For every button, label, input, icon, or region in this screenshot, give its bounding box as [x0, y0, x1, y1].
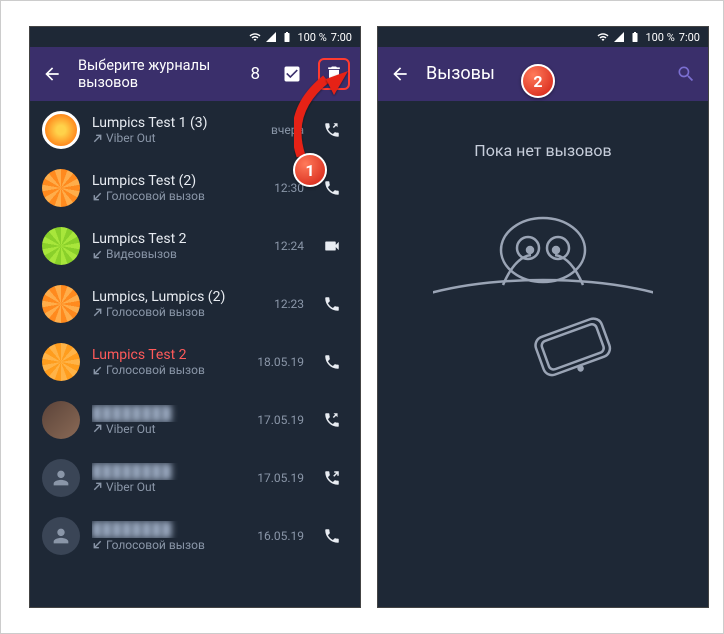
battery-icon [629, 31, 641, 43]
contact-name: Lumpics Test 2 [92, 347, 240, 363]
annotation-badge-1: 1 [293, 153, 327, 187]
call-meta: Lumpics, Lumpics (2) Голосовой вызов [92, 289, 240, 319]
call-meta: Lumpics Test 2 Голосовой вызов [92, 347, 240, 377]
battery-text: 100 % [645, 31, 674, 44]
phone-screenshot-left: 100 % 7:00 Выберите журналы вызовов 8 Lu… [29, 26, 361, 608]
call-time: 12:24 [252, 239, 304, 253]
call-log-row[interactable]: ████████ Viber Out 17.05.19 [30, 449, 360, 507]
call-action-button[interactable] [316, 520, 348, 552]
call-meta: ████████ Viber Out [92, 463, 240, 494]
avatar [42, 343, 80, 381]
call-subtitle: Голосовой вызов [92, 363, 240, 377]
empty-state: Пока нет вызовов [378, 101, 708, 608]
battery-icon [281, 31, 293, 43]
call-subtitle: Голосовой вызов [92, 189, 240, 203]
avatar [42, 517, 80, 555]
back-button[interactable] [40, 62, 64, 86]
call-meta: Lumpics Test 1 (3) Viber Out [92, 115, 240, 145]
call-log-row[interactable]: ████████ Viber Out 17.05.19 [30, 391, 360, 449]
search-button[interactable] [674, 62, 698, 86]
call-action-button[interactable] [316, 230, 348, 262]
call-time: 17.05.19 [252, 471, 304, 485]
avatar [42, 111, 80, 149]
signal-icon [613, 31, 625, 43]
clock-text: 7:00 [331, 31, 352, 44]
call-log-row[interactable]: Lumpics Test 2 Видеовызов 12:24 [30, 217, 360, 275]
call-time: вчера [252, 123, 304, 137]
select-all-button[interactable] [280, 62, 304, 86]
delete-button-highlight [318, 58, 350, 90]
call-subtitle: Голосовой вызов [92, 538, 240, 552]
battery-text: 100 % [297, 31, 326, 44]
call-time: 18.05.19 [252, 355, 304, 369]
call-time: 17.05.19 [252, 413, 304, 427]
contact-name: ████████ [92, 405, 240, 422]
call-meta: Lumpics Test 2 Видеовызов [92, 231, 240, 261]
call-action-button[interactable] [316, 462, 348, 494]
call-action-button[interactable] [316, 346, 348, 378]
call-action-button[interactable] [316, 288, 348, 320]
avatar [42, 227, 80, 265]
call-subtitle: Viber Out [92, 480, 240, 494]
call-log-row[interactable]: Lumpics Test 2 Голосовой вызов 18.05.19 [30, 333, 360, 391]
call-action-button[interactable] [316, 114, 348, 146]
contact-name: Lumpics, Lumpics (2) [92, 289, 240, 305]
call-time: 16.05.19 [252, 529, 304, 543]
status-bar: 100 % 7:00 [378, 27, 708, 47]
call-log-row[interactable]: Lumpics, Lumpics (2) Голосовой вызов 12:2… [30, 275, 360, 333]
avatar [42, 169, 80, 207]
call-subtitle: Голосовой вызов [92, 305, 240, 319]
app-bar-title: Выберите журналы вызовов [78, 57, 236, 92]
avatar [42, 401, 80, 439]
phone-screenshot-right: 100 % 7:00 Вызовы Пока нет вызовов [377, 26, 709, 608]
wifi-icon [597, 31, 609, 43]
trash-icon [324, 64, 344, 84]
call-action-button[interactable] [316, 404, 348, 436]
empty-message: Пока нет вызовов [474, 141, 611, 160]
call-subtitle: Viber Out [92, 131, 240, 145]
annotation-badge-2: 2 [521, 64, 555, 98]
search-icon [676, 64, 696, 84]
selected-count: 8 [250, 64, 260, 84]
contact-name: Lumpics Test 1 (3) [92, 115, 240, 131]
avatar [42, 285, 80, 323]
contact-name: Lumpics Test 2 [92, 231, 240, 247]
delete-button[interactable] [322, 62, 346, 86]
wifi-icon [249, 31, 261, 43]
call-time: 12:23 [252, 297, 304, 311]
contact-name: ████████ [92, 463, 240, 480]
call-meta: ████████ Голосовой вызов [92, 521, 240, 552]
back-button[interactable] [388, 62, 412, 86]
call-log-row[interactable]: ████████ Голосовой вызов 16.05.19 [30, 507, 360, 565]
status-bar: 100 % 7:00 [30, 27, 360, 47]
empty-illustration [433, 190, 653, 430]
signal-icon [265, 31, 277, 43]
call-subtitle: Видеовызов [92, 247, 240, 261]
call-meta: Lumpics Test (2) Голосовой вызов [92, 173, 240, 203]
contact-name: ████████ [92, 521, 240, 538]
avatar [42, 459, 80, 497]
call-log-row[interactable]: Lumpics Test 1 (3) Viber Out вчера [30, 101, 360, 159]
call-time: 12:30 [252, 181, 304, 195]
contact-name: Lumpics Test (2) [92, 173, 240, 189]
clock-text: 7:00 [679, 31, 700, 44]
call-subtitle: Viber Out [92, 422, 240, 436]
call-meta: ████████ Viber Out [92, 405, 240, 436]
selection-app-bar: Выберите журналы вызовов 8 [30, 47, 360, 101]
